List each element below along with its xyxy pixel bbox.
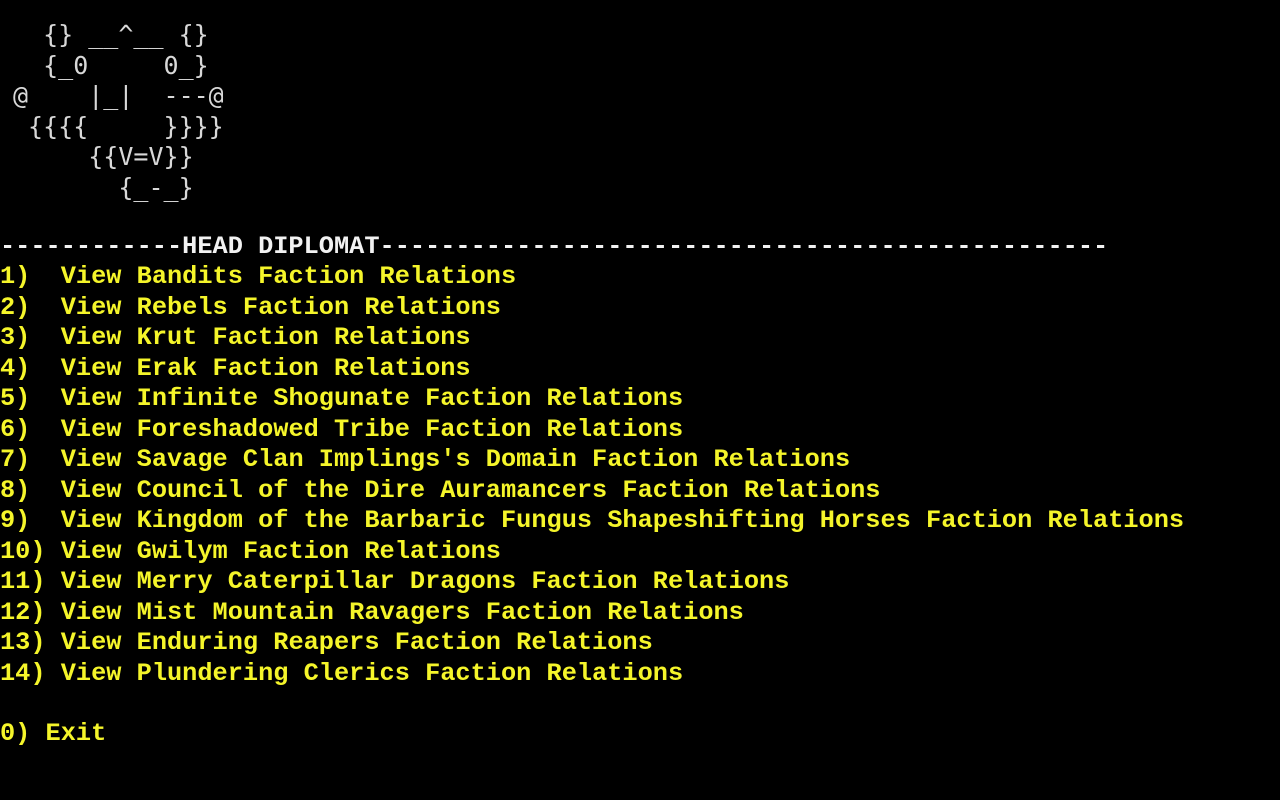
menu-list: 1) View Bandits Faction Relations 2) Vie… <box>0 262 1184 689</box>
menu-item-7[interactable]: 7) View Savage Clan Implings's Domain Fa… <box>0 445 1184 476</box>
exit-number: 0) <box>0 719 46 748</box>
menu-item-label: View Plundering Clerics Faction Relation… <box>60 658 684 688</box>
menu-item-label: View Gwilym Faction Relations <box>60 536 501 566</box>
menu-item-number: 8) <box>0 475 61 505</box>
menu-item-number: 7) <box>0 445 61 474</box>
menu-item-number: 10) <box>0 536 61 566</box>
menu-header: ------------HEAD DIPLOMAT---------------… <box>0 232 1109 261</box>
menu-item-number: 14) <box>0 658 61 688</box>
menu-item-8[interactable]: 8) View Council of the Dire Auramancers … <box>0 476 1184 507</box>
menu-item-label: View Enduring Reapers Faction Relations <box>60 628 653 657</box>
menu-item-11[interactable]: 11) View Merry Caterpillar Dragons Facti… <box>0 567 1184 598</box>
menu-item-label: View Merry Caterpillar Dragons Faction R… <box>60 567 790 596</box>
menu-item-12[interactable]: 12) View Mist Mountain Ravagers Faction … <box>0 598 1184 629</box>
exit-label: Exit <box>45 719 107 748</box>
menu-item-label: View Mist Mountain Ravagers Faction Rela… <box>60 597 744 627</box>
menu-item-label: View Kingdom of the Barbaric Fungus Shap… <box>60 506 1185 535</box>
menu-item-label: View Infinite Shogunate Faction Relation… <box>60 384 684 413</box>
menu-item-number: 13) <box>0 628 61 657</box>
menu-item-label: View Council of the Dire Auramancers Fac… <box>60 475 881 505</box>
menu-item-9[interactable]: 9) View Kingdom of the Barbaric Fungus S… <box>0 506 1184 537</box>
menu-item-2[interactable]: 2) View Rebels Faction Relations <box>0 293 1184 324</box>
menu-item-number: 3) <box>0 323 61 352</box>
menu-item-1[interactable]: 1) View Bandits Faction Relations <box>0 262 1184 293</box>
menu-item-number: 12) <box>0 597 61 627</box>
menu-item-number: 6) <box>0 414 61 444</box>
ascii-art-logo: {} __^__ {} {_0 0_} @ |_| ---@ {{{{ }}}}… <box>13 20 224 202</box>
menu-item-13[interactable]: 13) View Enduring Reapers Faction Relati… <box>0 628 1184 659</box>
menu-item-label: View Erak Faction Relations <box>60 353 471 383</box>
menu-item-14[interactable]: 14) View Plundering Clerics Faction Rela… <box>0 659 1184 690</box>
menu-item-label: View Bandits Faction Relations <box>60 262 517 291</box>
menu-item-label: View Foreshadowed Tribe Faction Relation… <box>60 414 684 444</box>
menu-item-number: 1) <box>0 262 61 291</box>
menu-item-number: 11) <box>0 567 61 596</box>
menu-item-3[interactable]: 3) View Krut Faction Relations <box>0 323 1184 354</box>
exit-menu-item[interactable]: 0) Exit <box>0 719 106 750</box>
menu-item-label: View Krut Faction Relations <box>60 323 471 352</box>
menu-item-number: 2) <box>0 292 61 322</box>
menu-item-number: 4) <box>0 353 61 383</box>
menu-item-5[interactable]: 5) View Infinite Shogunate Faction Relat… <box>0 384 1184 415</box>
menu-item-10[interactable]: 10) View Gwilym Faction Relations <box>0 537 1184 568</box>
menu-item-number: 5) <box>0 384 61 413</box>
menu-item-label: View Savage Clan Implings's Domain Facti… <box>60 445 851 474</box>
menu-item-6[interactable]: 6) View Foreshadowed Tribe Faction Relat… <box>0 415 1184 446</box>
menu-item-label: View Rebels Faction Relations <box>60 292 501 322</box>
menu-item-number: 9) <box>0 506 61 535</box>
menu-item-4[interactable]: 4) View Erak Faction Relations <box>0 354 1184 385</box>
